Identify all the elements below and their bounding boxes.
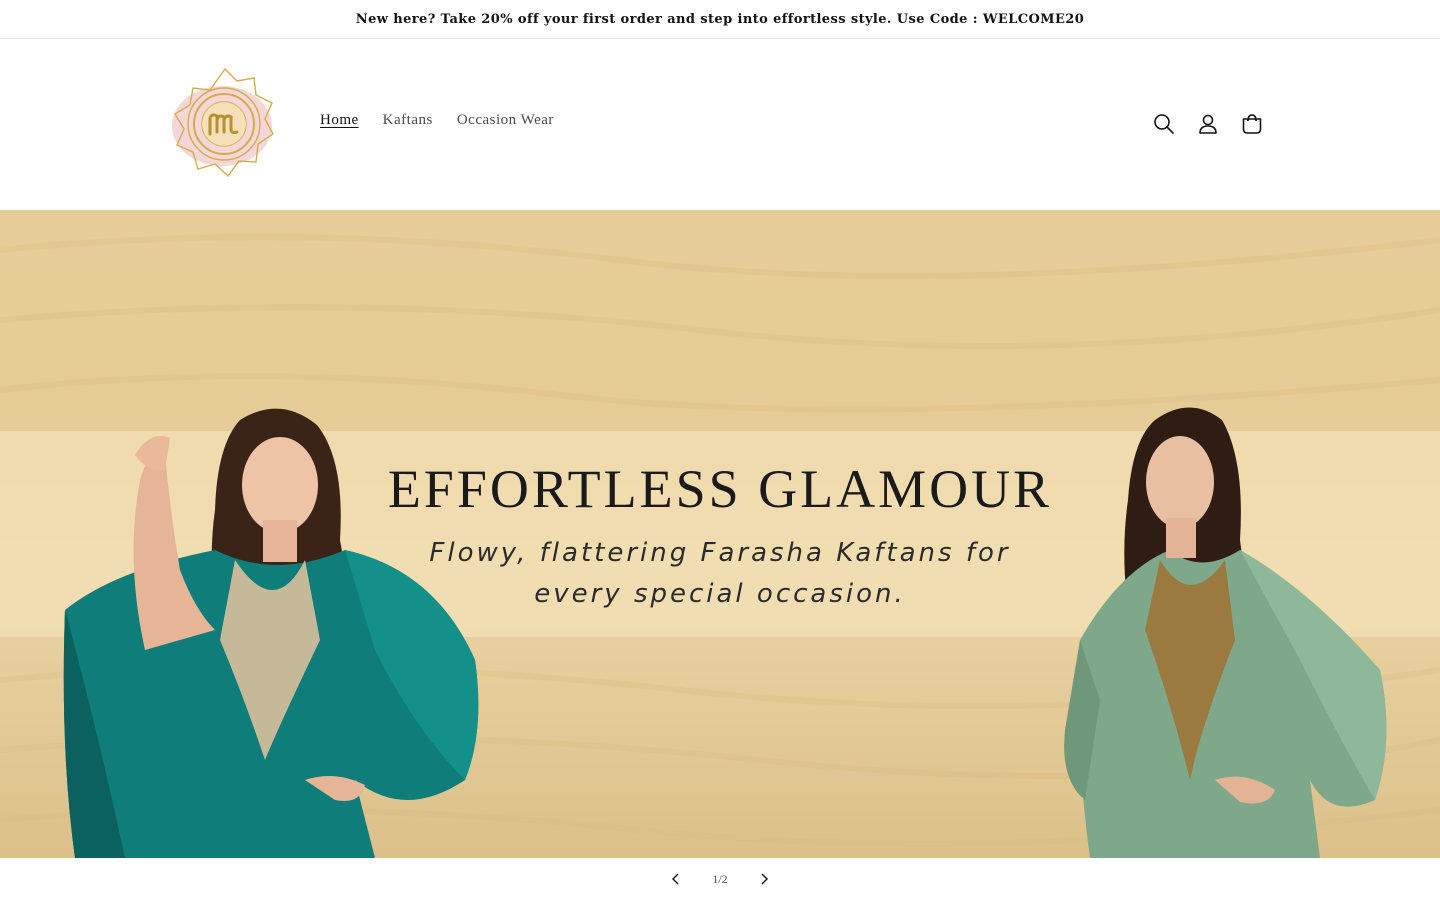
hero-title: EFFORTLESS GLAMOUR bbox=[387, 459, 1053, 519]
slideshow-controls: 1/2 bbox=[0, 858, 1440, 900]
nav-occasion-wear-link[interactable]: Occasion Wear bbox=[457, 112, 554, 129]
announcement-bar: New here? Take 20% off your first order … bbox=[0, 0, 1440, 39]
hero-subtitle-line1: Flowy, flattering Farasha Kaftans for bbox=[429, 538, 1011, 568]
announcement-text: New here? Take 20% off your first order … bbox=[355, 11, 1085, 27]
slide-counter: 1/2 bbox=[712, 871, 728, 886]
cart-icon[interactable] bbox=[1238, 110, 1266, 138]
hero-subtitle-line2: every special occasion. bbox=[534, 579, 906, 609]
site-header: Home Kaftans Occasion Wear bbox=[0, 39, 1440, 210]
main-nav: Home Kaftans Occasion Wear bbox=[320, 112, 578, 129]
search-icon[interactable] bbox=[1150, 110, 1178, 138]
nav-kaftans-link[interactable]: Kaftans bbox=[383, 112, 433, 129]
mandala-logo-icon[interactable] bbox=[166, 66, 284, 184]
next-slide-button[interactable] bbox=[742, 858, 786, 900]
nav-home-link[interactable]: Home bbox=[320, 112, 359, 129]
previous-slide-button[interactable] bbox=[654, 858, 698, 900]
chevron-right-icon bbox=[761, 873, 768, 885]
chevron-left-icon bbox=[672, 873, 679, 885]
hero-banner[interactable]: EFFORTLESS GLAMOUR Flowy, flattering Far… bbox=[0, 210, 1440, 858]
account-icon[interactable] bbox=[1194, 110, 1222, 138]
